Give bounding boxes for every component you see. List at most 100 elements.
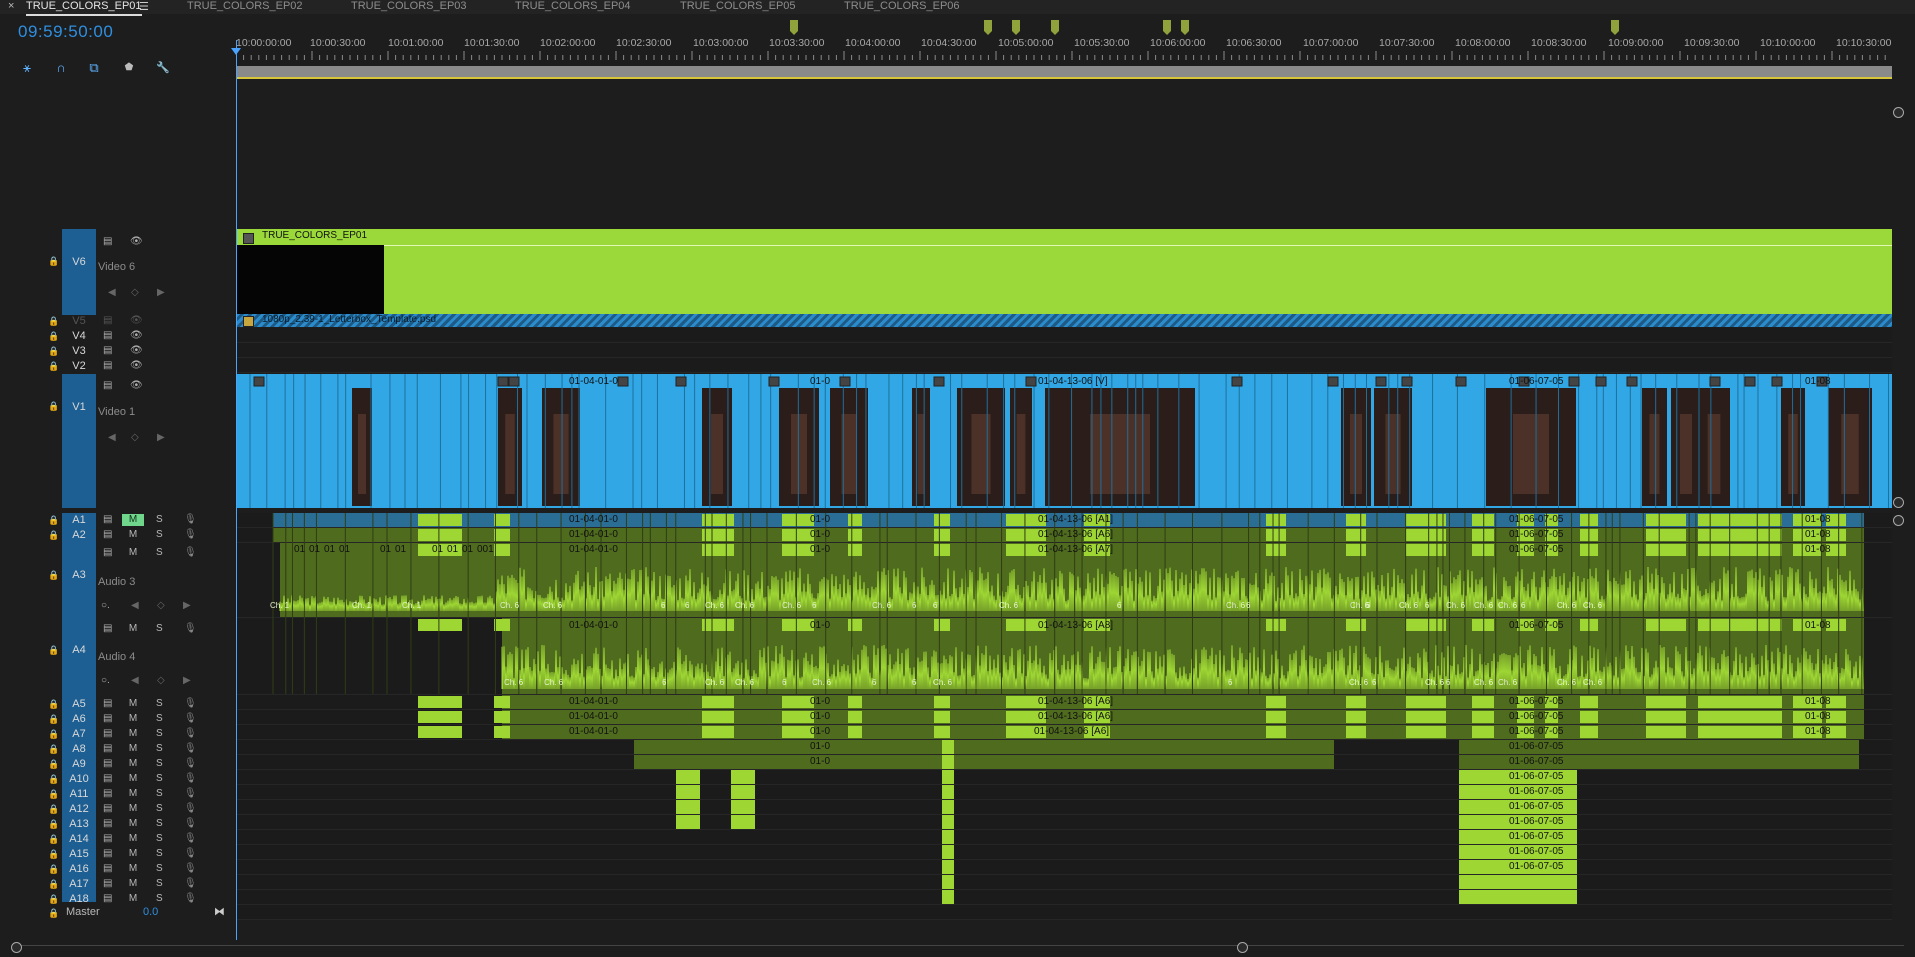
eye-icon[interactable]: 👁 xyxy=(130,315,143,326)
wrench-icon[interactable]: 🔧 xyxy=(155,60,171,76)
zoom-handle-left[interactable] xyxy=(11,942,22,953)
v6-title-clip-bar[interactable] xyxy=(236,229,1892,245)
v5-letterbox-clip[interactable] xyxy=(236,314,1892,327)
horizontal-zoom-scrollbar[interactable] xyxy=(14,945,1904,952)
lock-icon[interactable]: 🔒 xyxy=(48,530,59,541)
track-a7-name[interactable]: A7 xyxy=(64,728,94,740)
v-scroll-knob[interactable] xyxy=(1893,107,1904,118)
voiceover-mic-icon[interactable]: 🎙 xyxy=(184,773,197,784)
lock-icon[interactable]: 🔒 xyxy=(48,316,59,327)
lock-icon[interactable]: 🔒 xyxy=(48,401,59,412)
solo-button[interactable]: S xyxy=(156,773,163,784)
mute-button[interactable]: M xyxy=(122,818,144,830)
sync-lock-icon[interactable]: ▤ xyxy=(103,893,112,904)
voiceover-mic-icon[interactable]: 🎙 xyxy=(184,863,197,874)
sequence-marker[interactable] xyxy=(984,20,992,35)
master-collapse-icon[interactable]: ⧓ xyxy=(214,905,225,918)
add-keyframe-icon[interactable]: ◇ xyxy=(131,432,139,443)
lock-icon[interactable]: 🔒 xyxy=(48,714,59,725)
time-ruler[interactable]: 10:00:00:00 10:00:30:00 10:01:00:00 10:0… xyxy=(236,20,1892,62)
solo-button[interactable]: S xyxy=(156,788,163,799)
track-a5-name[interactable]: A5 xyxy=(64,698,94,710)
eye-icon[interactable]: 👁 xyxy=(130,330,143,341)
lock-icon[interactable]: 🔒 xyxy=(48,849,59,860)
prev-keyframe-icon[interactable]: ◀ xyxy=(108,432,116,443)
track-a15-name[interactable]: A15 xyxy=(64,848,94,860)
voiceover-mic-icon[interactable]: 🎙 xyxy=(184,788,197,799)
lock-icon[interactable]: 🔒 xyxy=(48,645,59,656)
lock-icon[interactable]: 🔒 xyxy=(48,699,59,710)
tab-ep06[interactable]: TRUE_COLORS_EP06 xyxy=(844,0,960,14)
lock-icon[interactable]: 🔒 xyxy=(48,744,59,755)
voiceover-mic-icon[interactable]: 🎙 xyxy=(184,713,197,724)
mute-button[interactable]: M xyxy=(122,758,144,770)
v-scroll-knob[interactable] xyxy=(1893,515,1904,526)
master-volume-value[interactable]: 0.0 xyxy=(143,906,158,918)
sync-lock-icon[interactable]: ▤ xyxy=(103,803,112,814)
track-v2-name[interactable]: V2 xyxy=(64,360,94,372)
add-marker-icon[interactable]: ⧉ xyxy=(86,60,102,76)
sync-lock-icon[interactable]: ▤ xyxy=(103,623,112,634)
track-a18-name[interactable]: A18 xyxy=(64,893,94,905)
marker-icon[interactable]: ⬟ xyxy=(121,60,137,76)
lock-icon[interactable]: 🔒 xyxy=(48,729,59,740)
solo-button[interactable]: S xyxy=(156,514,163,525)
track-a11-name[interactable]: A11 xyxy=(64,788,94,800)
solo-button[interactable]: S xyxy=(156,893,163,904)
mute-button[interactable]: M xyxy=(122,893,144,905)
sync-lock-icon[interactable]: ▤ xyxy=(103,833,112,844)
track-a8-name[interactable]: A8 xyxy=(64,743,94,755)
voiceover-mic-icon[interactable]: 🎙 xyxy=(184,743,197,754)
lock-icon[interactable]: 🔒 xyxy=(48,346,59,357)
solo-button[interactable]: S xyxy=(156,698,163,709)
track-a13-name[interactable]: A13 xyxy=(64,818,94,830)
solo-button[interactable]: S xyxy=(156,547,163,558)
track-v3-name[interactable]: V3 xyxy=(64,345,94,357)
lock-icon[interactable]: 🔒 xyxy=(48,804,59,815)
sync-lock-icon[interactable]: ▤ xyxy=(103,848,112,859)
lock-icon[interactable]: 🔒 xyxy=(48,515,59,526)
lock-icon[interactable]: 🔒 xyxy=(48,331,59,342)
mute-button[interactable]: M xyxy=(122,713,144,725)
eye-icon[interactable]: 👁 xyxy=(130,360,143,371)
sequence-marker[interactable] xyxy=(1012,20,1020,35)
track-a10-name[interactable]: A10 xyxy=(64,773,94,785)
sync-lock-icon[interactable]: ▤ xyxy=(103,514,112,525)
sequence-marker[interactable] xyxy=(1051,20,1059,35)
mute-button[interactable]: M xyxy=(122,529,144,541)
sync-lock-icon[interactable]: ▤ xyxy=(103,529,112,540)
track-a4-name[interactable]: A4 xyxy=(64,644,94,656)
sync-lock-icon[interactable]: ▤ xyxy=(103,878,112,889)
sequence-marker[interactable] xyxy=(1611,20,1619,35)
voiceover-mic-icon[interactable]: 🎙 xyxy=(184,833,197,844)
voiceover-mic-icon[interactable]: 🎙 xyxy=(184,878,197,889)
v6-title-clip[interactable] xyxy=(384,245,1892,315)
next-keyframe-icon[interactable]: ▶ xyxy=(183,600,191,611)
eye-icon[interactable]: 👁 xyxy=(130,236,143,247)
add-keyframe-icon[interactable]: ◇ xyxy=(131,287,139,298)
solo-button[interactable]: S xyxy=(156,623,163,634)
track-a12-name[interactable]: A12 xyxy=(64,803,94,815)
playhead-handle[interactable] xyxy=(231,48,241,55)
voiceover-mic-icon[interactable]: 🎙 xyxy=(184,623,197,634)
prev-keyframe-icon[interactable]: ◀ xyxy=(108,287,116,298)
snap-icon[interactable]: ⚹ xyxy=(19,60,35,76)
solo-button[interactable]: S xyxy=(156,803,163,814)
tab-ep03[interactable]: TRUE_COLORS_EP03 xyxy=(351,0,467,14)
voiceover-mic-icon[interactable]: 🎙 xyxy=(184,893,197,904)
track-a16-name[interactable]: A16 xyxy=(64,863,94,875)
sync-lock-icon[interactable]: ▤ xyxy=(103,236,112,247)
work-area-bar[interactable] xyxy=(236,66,1892,79)
lock-icon[interactable]: 🔒 xyxy=(48,256,59,267)
solo-button[interactable]: S xyxy=(156,878,163,889)
mute-button[interactable]: M xyxy=(122,863,144,875)
sync-lock-icon[interactable]: ▤ xyxy=(103,713,112,724)
lock-icon[interactable]: 🔒 xyxy=(48,759,59,770)
lock-icon[interactable]: 🔒 xyxy=(48,789,59,800)
tab-ep01[interactable]: TRUE_COLORS_EP01 xyxy=(26,0,142,16)
mute-button[interactable]: M xyxy=(122,743,144,755)
next-keyframe-icon[interactable]: ▶ xyxy=(157,287,165,298)
sync-lock-icon[interactable]: ▤ xyxy=(103,330,112,341)
prev-keyframe-icon[interactable]: ◀ xyxy=(131,600,139,611)
mute-button[interactable]: M xyxy=(122,803,144,815)
